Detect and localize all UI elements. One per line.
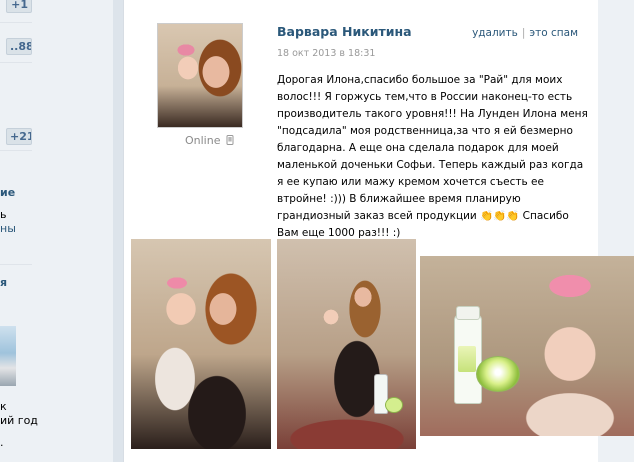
- post-text-main: Дорогая Илона,спасибо большое за "Рай" д…: [277, 74, 588, 222]
- counter-badge[interactable]: ..881: [6, 38, 32, 55]
- divider: [0, 62, 32, 63]
- post-date[interactable]: 18 окт 2013 в 18:31: [277, 48, 375, 59]
- sidebar-thumbnail[interactable]: [0, 326, 16, 386]
- post-actions: удалить | это спам: [472, 27, 578, 39]
- product-label: [458, 346, 476, 372]
- online-status: Online: [185, 134, 234, 147]
- divider: [0, 22, 32, 23]
- left-gutter: [113, 0, 123, 462]
- counter-badge[interactable]: +217: [6, 128, 32, 145]
- sidebar-text-fragment: ий год: [0, 414, 38, 427]
- sidebar-text-fragment: к: [0, 400, 7, 413]
- sidebar-heading-fragment: ие: [0, 186, 16, 199]
- online-label: Online: [185, 134, 221, 147]
- attached-photo-baby-products[interactable]: [420, 256, 634, 436]
- report-spam-link[interactable]: это спам: [529, 27, 578, 39]
- sidebar-link-fragment[interactable]: ны: [0, 222, 16, 235]
- attached-photo-mother-daughter[interactable]: [131, 239, 271, 449]
- product-jar: [385, 397, 403, 413]
- author-name-link[interactable]: Варвара Никитина: [277, 24, 412, 39]
- post-text: Дорогая Илона,спасибо большое за "Рай" д…: [277, 72, 592, 242]
- action-separator: |: [521, 27, 526, 39]
- counter-badge[interactable]: +1: [6, 0, 32, 13]
- product-cap: [456, 306, 480, 320]
- product-cream-jar: [476, 356, 520, 392]
- clapping-hands-emoji: 👏👏👏: [480, 210, 520, 222]
- author-avatar[interactable]: [157, 23, 243, 128]
- delete-link[interactable]: удалить: [472, 27, 518, 39]
- divider: [0, 264, 32, 265]
- sidebar-text-fragment: .: [0, 436, 4, 449]
- sidebar-text-fragment: ь: [0, 208, 7, 221]
- divider: [0, 150, 32, 151]
- attached-photo-mother-sitting[interactable]: [277, 239, 416, 449]
- sidebar-heading-fragment: я: [0, 276, 8, 289]
- mobile-phone-icon: [226, 135, 234, 145]
- left-sidebar-fragment: +1 ..881 +217 ие ь ны я к ий год .: [0, 0, 38, 462]
